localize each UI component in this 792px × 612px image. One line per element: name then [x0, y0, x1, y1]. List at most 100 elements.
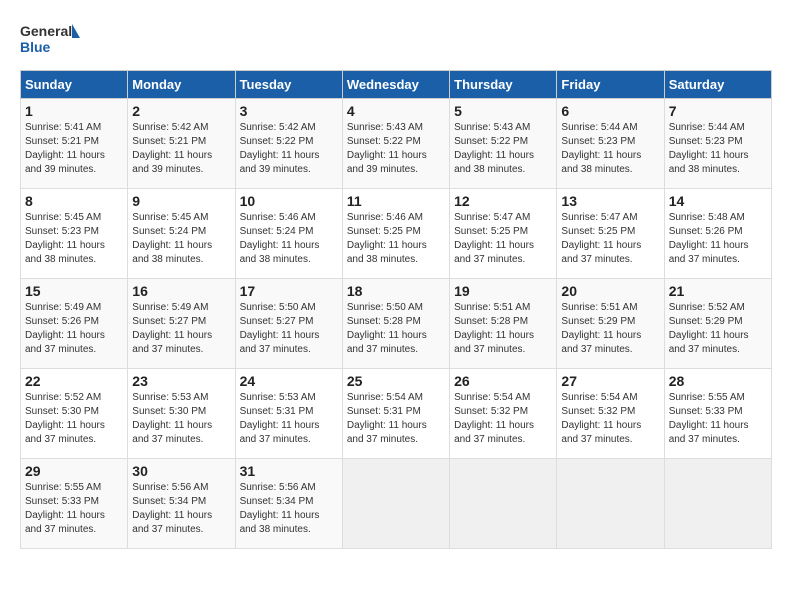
calendar-cell: 9 Sunrise: 5:45 AMSunset: 5:24 PMDayligh… — [128, 189, 235, 279]
day-info: Sunrise: 5:52 AMSunset: 5:29 PMDaylight:… — [669, 302, 749, 355]
day-info: Sunrise: 5:53 AMSunset: 5:30 PMDaylight:… — [132, 392, 212, 445]
day-number: 5 — [454, 103, 552, 119]
day-number: 15 — [25, 283, 123, 299]
calendar-cell: 24 Sunrise: 5:53 AMSunset: 5:31 PMDaylig… — [235, 369, 342, 459]
day-number: 11 — [347, 193, 445, 209]
day-number: 1 — [25, 103, 123, 119]
day-info: Sunrise: 5:45 AMSunset: 5:24 PMDaylight:… — [132, 212, 212, 265]
calendar-cell: 14 Sunrise: 5:48 AMSunset: 5:26 PMDaylig… — [664, 189, 771, 279]
svg-text:Blue: Blue — [20, 39, 51, 55]
day-number: 19 — [454, 283, 552, 299]
day-number: 4 — [347, 103, 445, 119]
calendar-cell: 7 Sunrise: 5:44 AMSunset: 5:23 PMDayligh… — [664, 99, 771, 189]
day-info: Sunrise: 5:44 AMSunset: 5:23 PMDaylight:… — [669, 122, 749, 175]
day-number: 29 — [25, 463, 123, 479]
day-number: 3 — [240, 103, 338, 119]
calendar-cell — [664, 459, 771, 549]
day-info: Sunrise: 5:55 AMSunset: 5:33 PMDaylight:… — [669, 392, 749, 445]
calendar-table: SundayMondayTuesdayWednesdayThursdayFrid… — [20, 70, 772, 549]
calendar-cell: 17 Sunrise: 5:50 AMSunset: 5:27 PMDaylig… — [235, 279, 342, 369]
calendar-cell: 12 Sunrise: 5:47 AMSunset: 5:25 PMDaylig… — [450, 189, 557, 279]
calendar-cell: 19 Sunrise: 5:51 AMSunset: 5:28 PMDaylig… — [450, 279, 557, 369]
day-info: Sunrise: 5:52 AMSunset: 5:30 PMDaylight:… — [25, 392, 105, 445]
day-number: 27 — [561, 373, 659, 389]
calendar-cell: 31 Sunrise: 5:56 AMSunset: 5:34 PMDaylig… — [235, 459, 342, 549]
day-number: 22 — [25, 373, 123, 389]
day-number: 6 — [561, 103, 659, 119]
day-number: 8 — [25, 193, 123, 209]
page-header: General Blue — [20, 20, 772, 60]
day-info: Sunrise: 5:49 AMSunset: 5:27 PMDaylight:… — [132, 302, 212, 355]
calendar-cell: 23 Sunrise: 5:53 AMSunset: 5:30 PMDaylig… — [128, 369, 235, 459]
logo: General Blue — [20, 20, 80, 60]
day-number: 10 — [240, 193, 338, 209]
day-info: Sunrise: 5:48 AMSunset: 5:26 PMDaylight:… — [669, 212, 749, 265]
weekday-header-saturday: Saturday — [664, 71, 771, 99]
day-number: 12 — [454, 193, 552, 209]
calendar-cell: 25 Sunrise: 5:54 AMSunset: 5:31 PMDaylig… — [342, 369, 449, 459]
calendar-cell: 21 Sunrise: 5:52 AMSunset: 5:29 PMDaylig… — [664, 279, 771, 369]
day-info: Sunrise: 5:43 AMSunset: 5:22 PMDaylight:… — [454, 122, 534, 175]
calendar-cell: 11 Sunrise: 5:46 AMSunset: 5:25 PMDaylig… — [342, 189, 449, 279]
calendar-week-2: 8 Sunrise: 5:45 AMSunset: 5:23 PMDayligh… — [21, 189, 772, 279]
calendar-cell: 16 Sunrise: 5:49 AMSunset: 5:27 PMDaylig… — [128, 279, 235, 369]
day-number: 23 — [132, 373, 230, 389]
calendar-cell: 15 Sunrise: 5:49 AMSunset: 5:26 PMDaylig… — [21, 279, 128, 369]
calendar-cell: 2 Sunrise: 5:42 AMSunset: 5:21 PMDayligh… — [128, 99, 235, 189]
day-number: 31 — [240, 463, 338, 479]
day-number: 18 — [347, 283, 445, 299]
weekday-header-friday: Friday — [557, 71, 664, 99]
weekday-header-tuesday: Tuesday — [235, 71, 342, 99]
day-info: Sunrise: 5:44 AMSunset: 5:23 PMDaylight:… — [561, 122, 641, 175]
calendar-cell: 10 Sunrise: 5:46 AMSunset: 5:24 PMDaylig… — [235, 189, 342, 279]
day-number: 17 — [240, 283, 338, 299]
day-number: 16 — [132, 283, 230, 299]
day-number: 13 — [561, 193, 659, 209]
day-info: Sunrise: 5:47 AMSunset: 5:25 PMDaylight:… — [561, 212, 641, 265]
day-info: Sunrise: 5:56 AMSunset: 5:34 PMDaylight:… — [132, 482, 212, 535]
day-number: 14 — [669, 193, 767, 209]
day-number: 20 — [561, 283, 659, 299]
day-info: Sunrise: 5:53 AMSunset: 5:31 PMDaylight:… — [240, 392, 320, 445]
calendar-header-row: SundayMondayTuesdayWednesdayThursdayFrid… — [21, 71, 772, 99]
calendar-cell: 8 Sunrise: 5:45 AMSunset: 5:23 PMDayligh… — [21, 189, 128, 279]
calendar-cell: 26 Sunrise: 5:54 AMSunset: 5:32 PMDaylig… — [450, 369, 557, 459]
calendar-cell: 1 Sunrise: 5:41 AMSunset: 5:21 PMDayligh… — [21, 99, 128, 189]
weekday-header-wednesday: Wednesday — [342, 71, 449, 99]
day-info: Sunrise: 5:54 AMSunset: 5:32 PMDaylight:… — [454, 392, 534, 445]
day-number: 21 — [669, 283, 767, 299]
day-number: 9 — [132, 193, 230, 209]
day-number: 7 — [669, 103, 767, 119]
day-info: Sunrise: 5:46 AMSunset: 5:24 PMDaylight:… — [240, 212, 320, 265]
day-info: Sunrise: 5:46 AMSunset: 5:25 PMDaylight:… — [347, 212, 427, 265]
calendar-week-3: 15 Sunrise: 5:49 AMSunset: 5:26 PMDaylig… — [21, 279, 772, 369]
weekday-header-monday: Monday — [128, 71, 235, 99]
day-info: Sunrise: 5:49 AMSunset: 5:26 PMDaylight:… — [25, 302, 105, 355]
day-number: 25 — [347, 373, 445, 389]
day-info: Sunrise: 5:55 AMSunset: 5:33 PMDaylight:… — [25, 482, 105, 535]
day-info: Sunrise: 5:54 AMSunset: 5:31 PMDaylight:… — [347, 392, 427, 445]
day-info: Sunrise: 5:51 AMSunset: 5:28 PMDaylight:… — [454, 302, 534, 355]
calendar-cell: 4 Sunrise: 5:43 AMSunset: 5:22 PMDayligh… — [342, 99, 449, 189]
day-number: 24 — [240, 373, 338, 389]
calendar-week-5: 29 Sunrise: 5:55 AMSunset: 5:33 PMDaylig… — [21, 459, 772, 549]
calendar-cell: 3 Sunrise: 5:42 AMSunset: 5:22 PMDayligh… — [235, 99, 342, 189]
day-info: Sunrise: 5:50 AMSunset: 5:28 PMDaylight:… — [347, 302, 427, 355]
day-info: Sunrise: 5:42 AMSunset: 5:21 PMDaylight:… — [132, 122, 212, 175]
day-info: Sunrise: 5:42 AMSunset: 5:22 PMDaylight:… — [240, 122, 320, 175]
day-info: Sunrise: 5:41 AMSunset: 5:21 PMDaylight:… — [25, 122, 105, 175]
calendar-cell: 22 Sunrise: 5:52 AMSunset: 5:30 PMDaylig… — [21, 369, 128, 459]
calendar-week-4: 22 Sunrise: 5:52 AMSunset: 5:30 PMDaylig… — [21, 369, 772, 459]
calendar-cell — [557, 459, 664, 549]
day-info: Sunrise: 5:54 AMSunset: 5:32 PMDaylight:… — [561, 392, 641, 445]
calendar-cell: 13 Sunrise: 5:47 AMSunset: 5:25 PMDaylig… — [557, 189, 664, 279]
day-number: 30 — [132, 463, 230, 479]
day-number: 26 — [454, 373, 552, 389]
day-info: Sunrise: 5:47 AMSunset: 5:25 PMDaylight:… — [454, 212, 534, 265]
calendar-cell: 27 Sunrise: 5:54 AMSunset: 5:32 PMDaylig… — [557, 369, 664, 459]
day-number: 2 — [132, 103, 230, 119]
calendar-cell: 30 Sunrise: 5:56 AMSunset: 5:34 PMDaylig… — [128, 459, 235, 549]
calendar-cell: 18 Sunrise: 5:50 AMSunset: 5:28 PMDaylig… — [342, 279, 449, 369]
day-info: Sunrise: 5:50 AMSunset: 5:27 PMDaylight:… — [240, 302, 320, 355]
logo-svg: General Blue — [20, 20, 80, 60]
